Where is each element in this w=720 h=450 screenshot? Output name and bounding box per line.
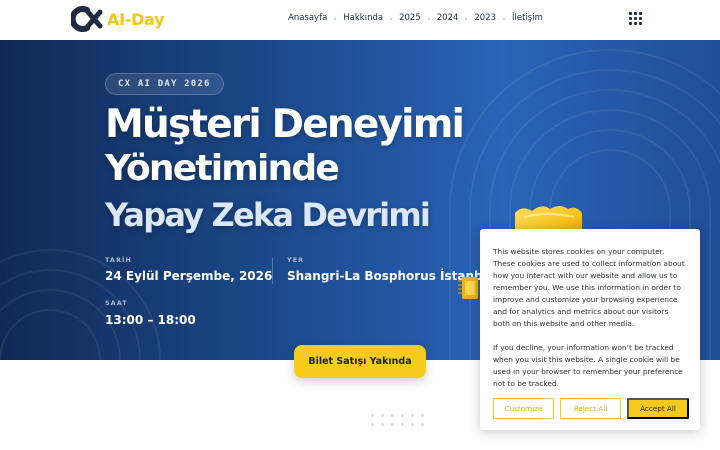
cookie-consent-banner: This website stores cookies on your comp…	[480, 229, 700, 430]
site-header: AI-Day Anasayfa Hakkında 2025 2024 2023 …	[0, 0, 720, 40]
cookie-reject-all-button[interactable]: Reject All	[560, 398, 621, 419]
logo-text: AI-Day	[107, 9, 165, 29]
cookie-text-main: This website stores cookies on your comp…	[493, 247, 685, 328]
page: AI-Day Anasayfa Hakkında 2025 2024 2023 …	[0, 0, 720, 450]
nav-item-2025[interactable]: 2025	[390, 13, 429, 23]
hero-title-line-2: Yönetiminde	[105, 148, 340, 189]
grid-menu-icon[interactable]	[629, 12, 642, 25]
nav-item-iletisim[interactable]: İletişim	[503, 13, 551, 23]
ai-chip-icon	[458, 277, 478, 299]
cookie-actions: Customize Reject All Accept All	[493, 398, 689, 419]
ticket-sale-button[interactable]: Bilet Satışı Yakında	[294, 345, 426, 378]
event-badge: CX AI DAY 2026	[105, 73, 224, 95]
nav-item-2024[interactable]: 2024	[427, 13, 467, 23]
info-divider	[272, 258, 273, 284]
cookie-customize-button[interactable]: Customize	[493, 398, 554, 419]
venue-label: YER	[287, 256, 305, 264]
hero-title-line-1: Müşteri Deneyimi	[105, 102, 465, 147]
date-value: 24 Eylül Perşembe, 2026	[105, 269, 273, 283]
decorative-dots	[371, 414, 425, 426]
nav-item-anasayfa[interactable]: Anasayfa	[280, 13, 335, 23]
nav-item-2023[interactable]: 2023	[465, 13, 504, 23]
cookie-text-decline: If you decline, your information won’t b…	[493, 343, 683, 388]
hero-title-line-3: Yapay Zeka Devrimi	[105, 196, 431, 234]
cookie-accept-all-button[interactable]: Accept All	[627, 398, 689, 419]
main-nav: Anasayfa Hakkında 2025 2024 2023 İletişi…	[280, 13, 551, 23]
logo-mark-icon	[71, 6, 103, 32]
nav-item-hakkinda[interactable]: Hakkında	[334, 13, 391, 23]
date-label: TARİH	[105, 256, 132, 264]
time-value: 13:00 – 18:00	[105, 313, 196, 327]
site-logo[interactable]: AI-Day	[71, 6, 165, 32]
time-label: SAAT	[105, 299, 128, 307]
